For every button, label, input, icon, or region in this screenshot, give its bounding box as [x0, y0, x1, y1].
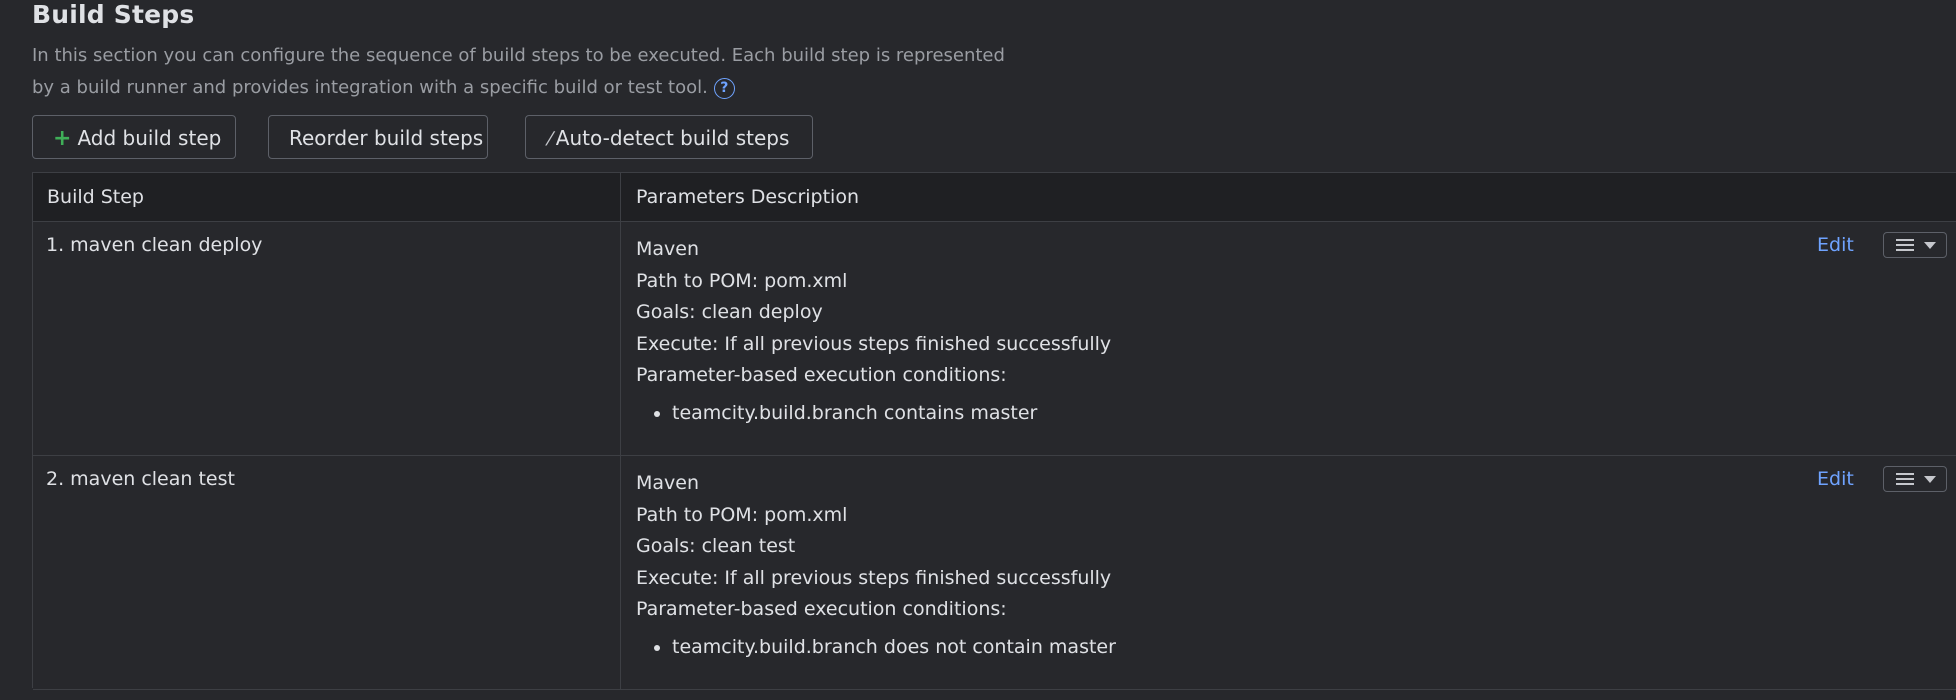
goals: Goals: clean deploy [636, 301, 823, 323]
page-title: Build Steps [32, 0, 195, 29]
step-name[interactable]: 1. maven clean deploy [46, 234, 262, 256]
condition-item: teamcity.build.branch does not contain m… [672, 632, 1116, 663]
table-header: Build Step Parameters Description [33, 173, 1956, 222]
goals: Goals: clean test [636, 535, 796, 557]
row-actions-menu-button[interactable] [1883, 466, 1947, 492]
row-actions-menu-button[interactable] [1883, 232, 1947, 258]
auto-detect-build-steps-button[interactable]: ⁄ Auto-detect build steps [525, 115, 813, 159]
description-text: In this section you can configure the se… [32, 45, 1005, 98]
caret-down-icon [1924, 476, 1936, 483]
caret-down-icon [1924, 242, 1936, 249]
add-build-step-button[interactable]: + Add build step [32, 115, 236, 159]
table-row[interactable]: 1. maven clean deploy Maven Path to POM:… [33, 222, 1956, 456]
section-description: In this section you can configure the se… [32, 40, 1012, 104]
execute-policy: Execute: If all previous steps finished … [636, 566, 1112, 589]
step-name[interactable]: 2. maven clean test [46, 468, 235, 490]
step-parameters: Maven Path to POM: pom.xml Goals: clean … [636, 234, 1111, 429]
reorder-build-steps-label: Reorder build steps [289, 126, 484, 150]
runner-type: Maven [636, 238, 700, 260]
magic-wand-icon: ⁄ [548, 128, 552, 150]
runner-type: Maven [636, 472, 700, 494]
pom-path: Path to POM: pom.xml [636, 269, 848, 292]
edit-link[interactable]: Edit [1817, 468, 1854, 490]
add-build-step-label: Add build step [77, 126, 222, 150]
conditions-list: teamcity.build.branch contains master [636, 398, 1111, 429]
list-icon [1896, 239, 1914, 251]
question-circle-icon[interactable]: ? [713, 77, 735, 99]
step-parameters: Maven Path to POM: pom.xml Goals: clean … [636, 468, 1116, 663]
build-steps-table: Build Step Parameters Description 1. mav… [32, 172, 1956, 690]
conditions-list: teamcity.build.branch does not contain m… [636, 632, 1116, 663]
reorder-build-steps-button[interactable]: Reorder build steps [268, 115, 488, 159]
condition-item: teamcity.build.branch contains master [672, 398, 1111, 429]
conditions-label: Parameter-based execution conditions: [636, 598, 1007, 620]
column-header-parameters-description[interactable]: Parameters Description [636, 173, 859, 221]
build-steps-page: Build Steps In this section you can conf… [0, 0, 1956, 700]
execute-policy: Execute: If all previous steps finished … [636, 332, 1112, 355]
pom-path: Path to POM: pom.xml [636, 503, 848, 526]
conditions-label: Parameter-based execution conditions: [636, 364, 1007, 386]
edit-link[interactable]: Edit [1817, 234, 1854, 256]
table-row[interactable]: 2. maven clean test Maven Path to POM: p… [33, 456, 1956, 690]
auto-detect-build-steps-label: Auto-detect build steps [555, 126, 790, 150]
list-icon [1896, 473, 1914, 485]
column-header-build-step[interactable]: Build Step [47, 173, 144, 221]
plus-icon: + [53, 126, 72, 151]
